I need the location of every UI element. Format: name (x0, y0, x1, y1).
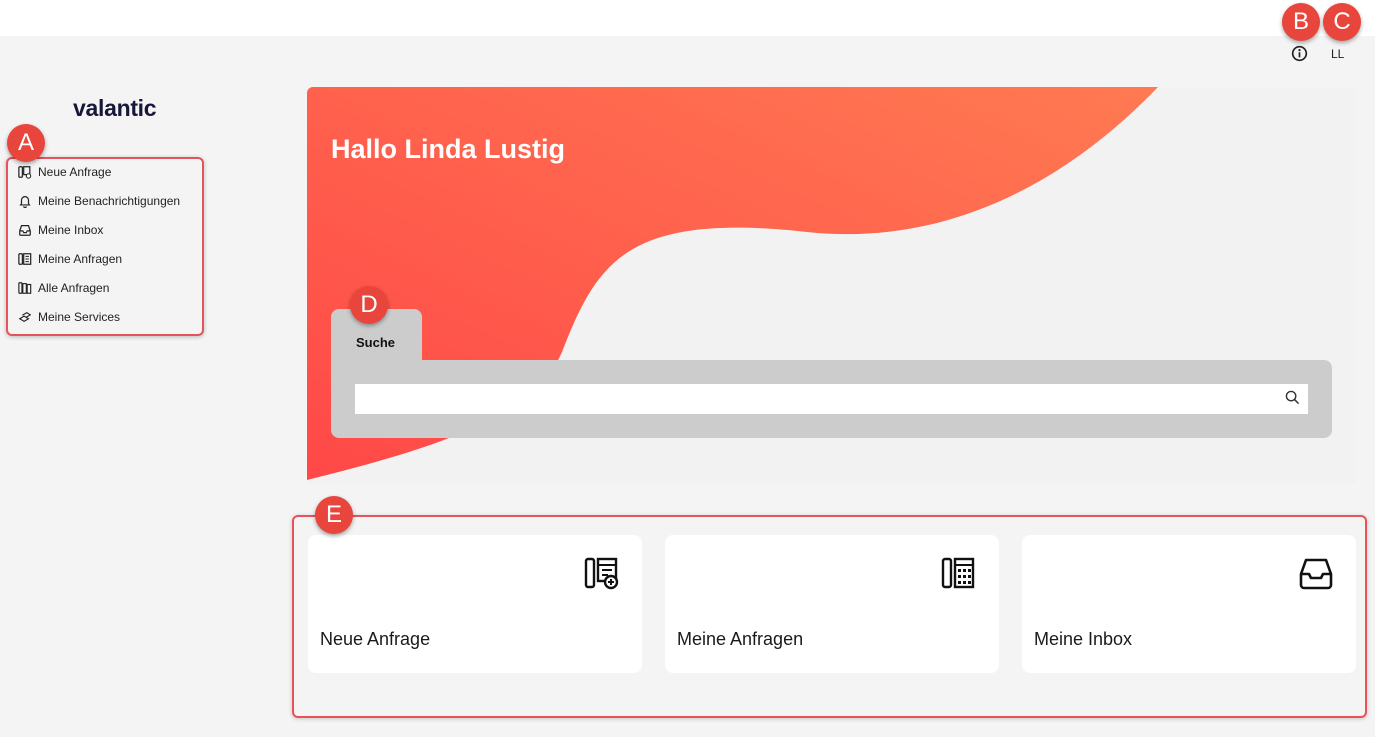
callout-b: B (1282, 3, 1320, 41)
sidebar-item-label: Meine Anfragen (38, 252, 123, 266)
sidebar-item-label: Alle Anfragen (38, 281, 110, 295)
all-requests-icon (18, 282, 32, 294)
sidebar-item-alle-anfragen[interactable]: Alle Anfragen (18, 278, 109, 298)
services-icon (18, 311, 32, 323)
tile-meine-inbox[interactable]: Meine Inbox (1022, 535, 1356, 673)
new-request-icon (18, 166, 32, 179)
sidebar-item-inbox[interactable]: Meine Inbox (18, 220, 103, 240)
user-avatar-initials[interactable]: LL (1331, 47, 1344, 61)
sidebar-item-meine-anfragen[interactable]: Meine Anfragen (18, 249, 122, 269)
sidebar-item-benachrichtigungen[interactable]: Meine Benachrichtigungen (18, 191, 180, 211)
tile-label: Meine Inbox (1034, 629, 1133, 649)
requests-icon (18, 253, 32, 265)
info-circle-icon[interactable] (1291, 45, 1308, 62)
bell-icon (19, 196, 31, 208)
callout-c: C (1323, 3, 1361, 41)
search-icon[interactable] (1285, 390, 1300, 405)
sidebar-item-neue-anfrage[interactable]: Neue Anfrage (18, 162, 111, 182)
tile-label: Meine Anfragen (677, 629, 804, 649)
sidebar-item-label: Meine Benachrichtigungen (38, 194, 181, 208)
search-input[interactable] (355, 384, 1308, 414)
callout-e: E (315, 496, 353, 534)
tile-label: Neue Anfrage (320, 629, 431, 649)
search-tab-label: Suche (356, 335, 396, 350)
logo[interactable]: valantic (73, 95, 157, 122)
page-title: Hallo Linda Lustig (331, 134, 565, 164)
inbox-icon (1299, 558, 1333, 590)
sidebar-item-label: Meine Inbox (38, 223, 104, 237)
sidebar-item-services[interactable]: Meine Services (18, 307, 120, 327)
tile-neue-anfrage[interactable]: Neue Anfrage (308, 535, 642, 673)
sidebar-item-label: Neue Anfrage (38, 165, 112, 179)
sidebar-item-label: Meine Services (38, 310, 121, 324)
callout-d: D (350, 286, 388, 324)
requests-icon (941, 557, 975, 589)
callout-a: A (7, 124, 45, 162)
inbox-icon (19, 225, 31, 236)
new-request-icon (584, 557, 619, 590)
top-bar (0, 0, 1375, 36)
tile-meine-anfragen[interactable]: Meine Anfragen (665, 535, 999, 673)
